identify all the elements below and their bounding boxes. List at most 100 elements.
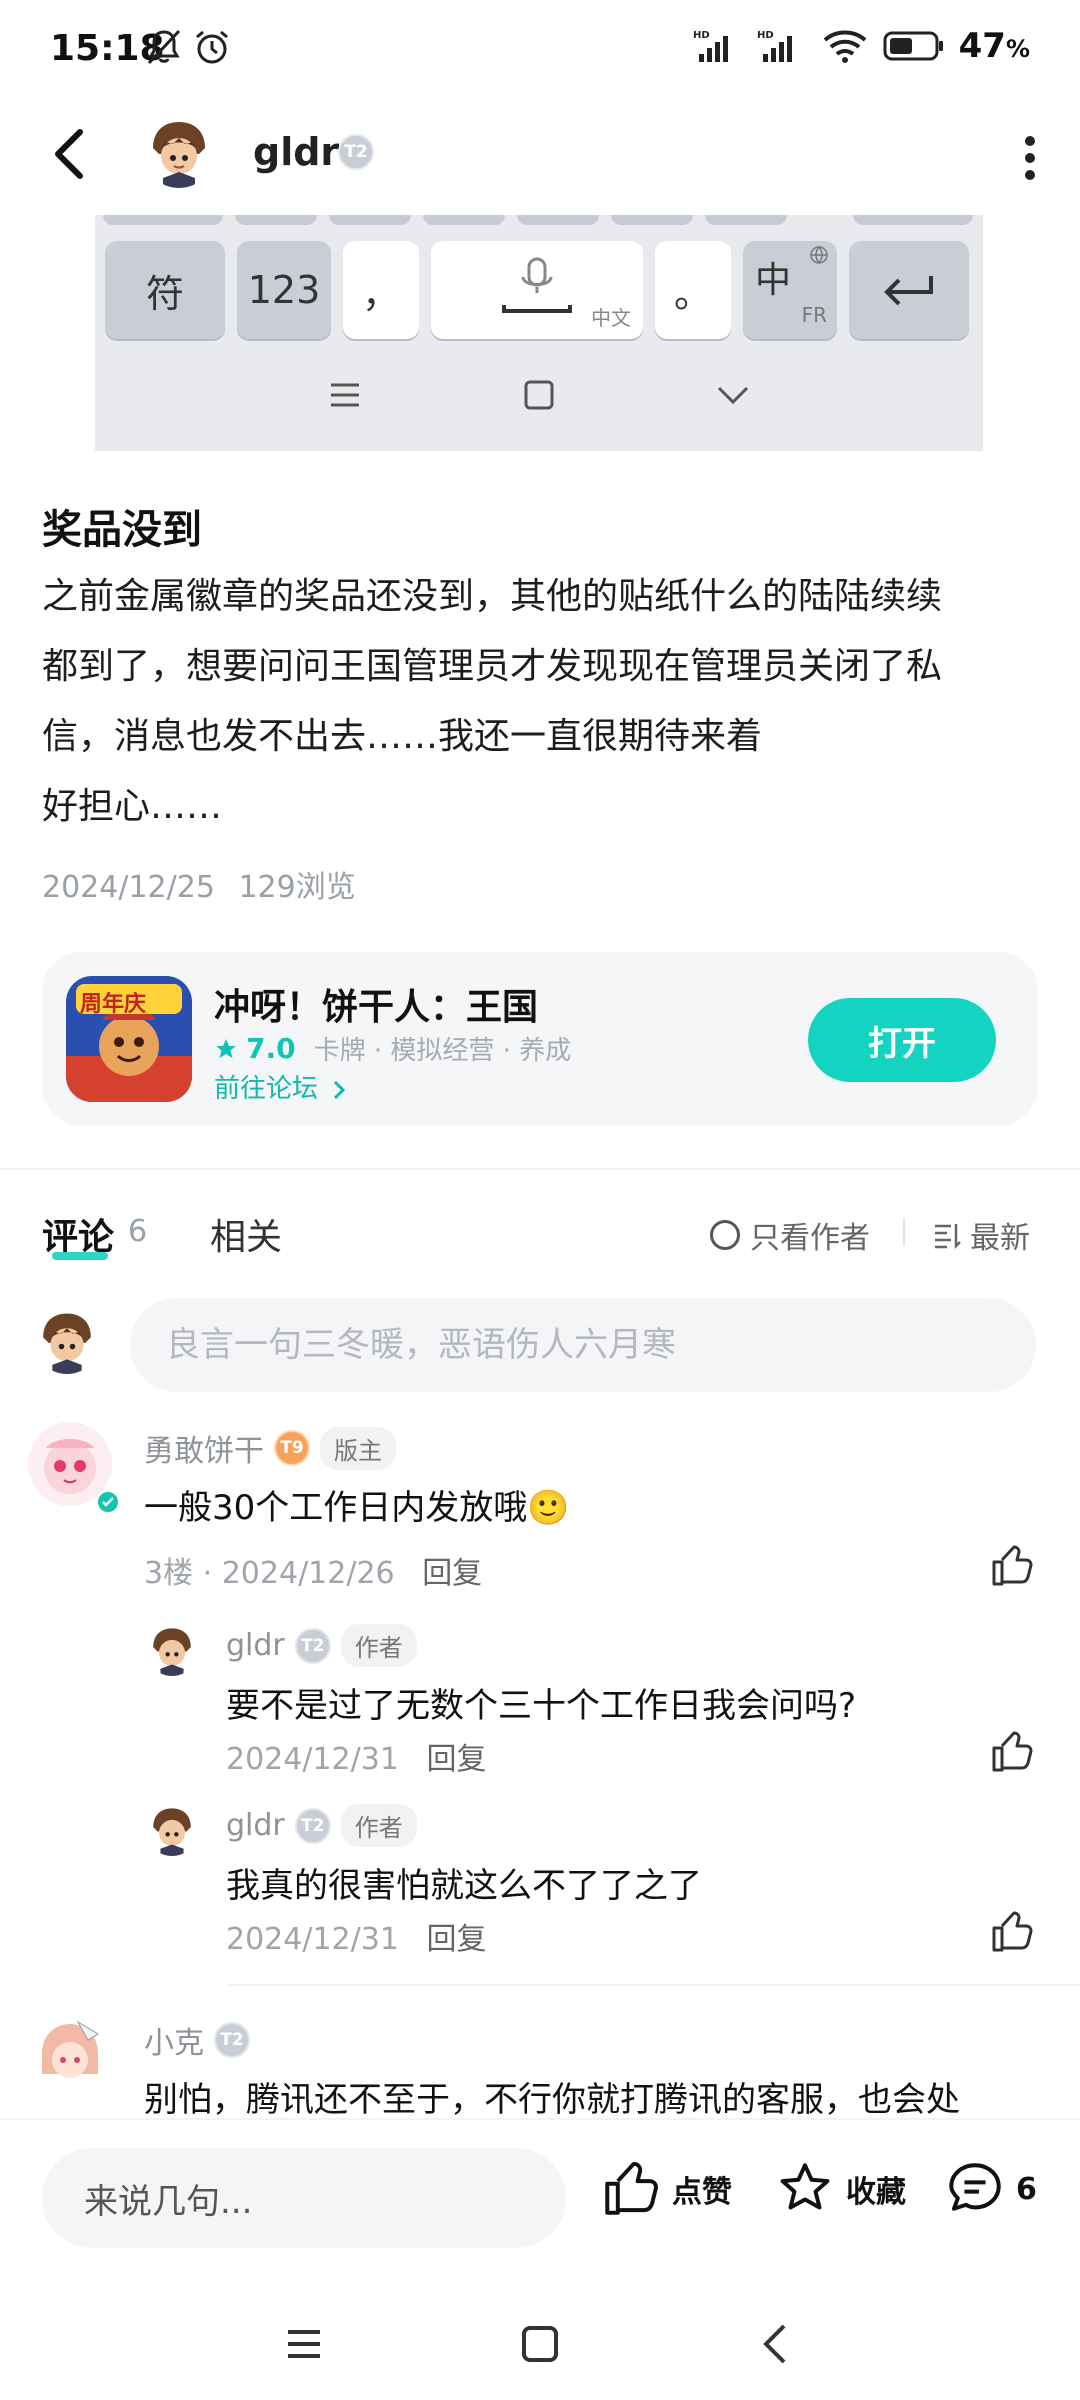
reply-avatar[interactable] <box>146 1804 198 1856</box>
reply-text: 要不是过了无数个三十个工作日我会问吗? <box>226 1686 857 1726</box>
home-icon[interactable] <box>510 2314 570 2374</box>
keyboard-collapse-icon <box>717 386 749 405</box>
lang-fr-label: FR <box>801 303 827 327</box>
comment-floor: 3楼 <box>144 1556 194 1591</box>
key-numbers: 123 <box>237 241 331 339</box>
thumbs-up-icon[interactable] <box>990 1730 1034 1774</box>
radio-icon <box>710 1220 740 1250</box>
microphone-icon <box>502 257 572 313</box>
reply-author-name[interactable]: gldr <box>226 1808 285 1843</box>
post-date: 2024/12/25 <box>42 870 215 905</box>
game-card[interactable]: 周年庆 冲呀！饼干人：王国 7.0 卡牌 · 模拟经营 · 养成 前往论坛 打开 <box>42 952 1038 1126</box>
write-comment-input[interactable]: 来说几句... <box>42 2148 566 2248</box>
bell-off-icon <box>147 29 181 65</box>
back-arrow-icon[interactable] <box>44 124 100 184</box>
game-tags: 卡牌 · 模拟经营 · 养成 <box>313 1036 572 1066</box>
lang-cn-label: 中 <box>755 260 792 301</box>
thumbs-up-icon[interactable] <box>990 1544 1034 1588</box>
reply-text: 我真的很害怕就这么不了了之了 <box>226 1866 702 1906</box>
post-body-line: 都到了，想要问问王国管理员才发现现在管理员关闭了私 <box>42 646 943 687</box>
author-only-toggle[interactable]: 只看作者 <box>710 1213 870 1257</box>
comment-divider <box>228 1984 1080 1986</box>
recent-apps-icon[interactable] <box>274 2314 334 2374</box>
sort-icon <box>935 1224 961 1250</box>
author-tag: 作者 <box>340 1624 417 1667</box>
open-game-button[interactable]: 打开 <box>808 998 996 1082</box>
favorite-label: 收藏 <box>846 2175 906 2210</box>
comment-meta: 3楼 · 2024/12/26 回复 <box>144 1548 482 1592</box>
wifi-icon <box>823 30 866 63</box>
reply-author-name[interactable]: gldr <box>226 1628 285 1663</box>
comments-button[interactable]: 6 <box>946 2160 1037 2218</box>
post-body: 之前金属徽章的奖品还没到，其他的贴纸什么的陆陆续续 都到了，想要问问王国管理员才… <box>42 562 1042 842</box>
comment-author-name[interactable]: 小克 <box>144 2018 204 2062</box>
game-info: 7.0 卡牌 · 模拟经营 · 养成 <box>214 1030 571 1067</box>
keyboard-home-icon <box>524 380 554 410</box>
game-rating: 7.0 <box>246 1032 296 1065</box>
post-image-keyboard[interactable]: 符 123 ， 中文 。 中 FR <box>95 215 983 451</box>
battery-icon <box>883 31 943 61</box>
star-outline-icon <box>780 2163 830 2210</box>
bottom-action-bar: 来说几句... 点赞 收藏 6 <box>0 2118 1080 2286</box>
my-avatar <box>34 1308 100 1374</box>
game-forum-label: 前往论坛 <box>214 1074 319 1104</box>
keyboard-top-row <box>95 215 983 225</box>
sort-latest-label: 最新 <box>970 1221 1030 1256</box>
game-forum-link[interactable]: 前往论坛 <box>214 1068 348 1105</box>
post-meta: 2024/12/25 129浏览 <box>42 862 356 906</box>
reply-date: 2024/12/31 <box>226 1742 399 1777</box>
author-name[interactable]: gldr <box>253 130 339 174</box>
key-language-switch: 中 FR <box>743 241 837 339</box>
key-period: 。 <box>655 241 731 339</box>
key-symbols: 符 <box>105 241 225 339</box>
comment-date: 2024/12/26 <box>221 1556 395 1591</box>
author-avatar[interactable] <box>143 116 215 188</box>
comment-bubble-icon <box>949 2163 1001 2211</box>
hd-signal-2-icon: HD <box>757 30 792 62</box>
key-space: 中文 <box>431 241 643 339</box>
sort-latest-button[interactable]: 最新 <box>932 1213 1030 1257</box>
comment-text: 别怕，腾讯还不至于，不行你就打腾讯的客服，也会处 <box>144 2080 960 2120</box>
enter-icon <box>884 276 933 306</box>
reply-author: gldr T2 作者 <box>226 1804 417 1847</box>
game-name[interactable]: 冲呀！饼干人：王国 <box>214 978 538 1030</box>
comment-author-level: T2 <box>214 2022 250 2058</box>
battery-percentage: 47% <box>958 26 1030 66</box>
reply-button[interactable]: 回复 <box>426 1922 486 1957</box>
reply-button[interactable]: 回复 <box>426 1742 486 1777</box>
more-options-icon[interactable] <box>1020 132 1040 182</box>
comments-count-label: 6 <box>1016 2171 1037 2207</box>
favorite-button[interactable]: 收藏 <box>776 2160 906 2218</box>
reply-meta: 2024/12/31 回复 <box>226 1734 486 1778</box>
game-icon-label: 周年庆 <box>80 992 147 1017</box>
comment-author: 小克 T2 <box>144 2018 250 2062</box>
system-nav-bar <box>0 2286 1080 2400</box>
alarm-icon <box>196 30 228 64</box>
game-icon[interactable]: 周年庆 <box>66 976 192 1102</box>
reply-avatar[interactable] <box>146 1624 198 1676</box>
meta-dot: · <box>202 1556 222 1591</box>
comment-author: 勇敢饼干 T9 版主 <box>144 1426 396 1470</box>
author-level-badge: T2 <box>338 134 374 170</box>
reply-author-level: T2 <box>294 1627 331 1664</box>
reply-button[interactable]: 回复 <box>422 1556 482 1591</box>
post-body-line: 信，消息也发不出去……我还一直很期待来着 <box>42 716 763 757</box>
space-key-label: 中文 <box>591 306 631 330</box>
reply-meta: 2024/12/31 回复 <box>226 1914 486 1958</box>
globe-icon <box>810 246 828 264</box>
post-body-line: 之前金属徽章的奖品还没到，其他的贴纸什么的陆陆续续 <box>42 576 943 617</box>
thumbs-up-icon[interactable] <box>990 1910 1034 1954</box>
filter-separator <box>903 1218 905 1246</box>
commenter-avatar[interactable] <box>28 2014 112 2098</box>
back-icon[interactable] <box>746 2314 806 2374</box>
like-label: 点赞 <box>672 2175 732 2210</box>
status-bar: 15:18 HD HD 47% <box>0 0 1080 100</box>
tab-related[interactable]: 相关 <box>210 1208 282 1260</box>
post-header: gldr T2 <box>0 110 1080 196</box>
post-title: 奖品没到 <box>42 507 202 553</box>
key-comma: ， <box>343 241 419 339</box>
comment-input[interactable] <box>130 1298 1036 1392</box>
comment-text: 一般30个工作日内发放哦🙂 <box>144 1488 570 1528</box>
like-button[interactable]: 点赞 <box>602 2160 732 2218</box>
comment-author-name[interactable]: 勇敢饼干 <box>144 1426 264 1470</box>
